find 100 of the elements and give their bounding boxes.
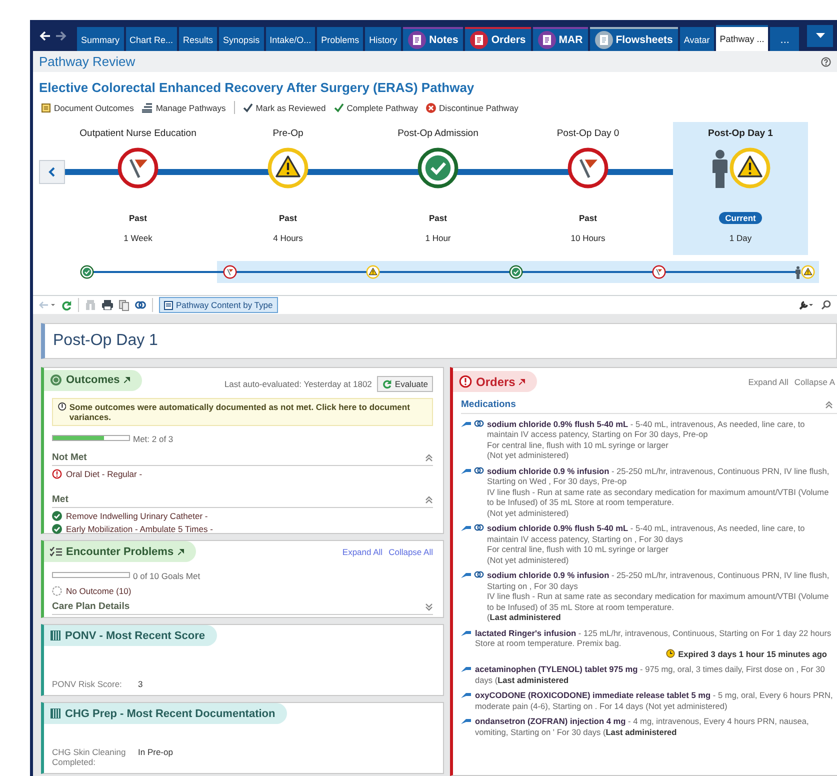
link[interactable]: Collapse All bbox=[388, 546, 433, 556]
tab[interactable]: Synopsis bbox=[219, 27, 264, 51]
link-icon[interactable] bbox=[474, 466, 484, 474]
tab[interactable]: Results bbox=[179, 27, 218, 51]
stage-name: Post-Op Admission bbox=[398, 126, 478, 140]
stage-duration: 1 Day bbox=[729, 233, 752, 243]
tab[interactable]: Summary bbox=[77, 27, 124, 51]
target-icon bbox=[50, 374, 62, 386]
order-description[interactable]: lactated Ringer's infusion - 125 mL/hr, intravenous, Continuous, Starting on For 1 day 22 hours bbox=[475, 628, 833, 638]
section-title: CHG Prep - Most Recent Documentation bbox=[65, 708, 276, 720]
section-title: Outcomes bbox=[66, 374, 120, 386]
back-icon[interactable] bbox=[39, 30, 51, 42]
order-description[interactable]: sodium chloride 0.9% flush 5-40 mL - 5-40 mL, intravenous, As needed, line care, to maintain IV access patency, Starting on , For 30 days bbox=[487, 523, 833, 544]
warning-icon bbox=[366, 265, 380, 279]
link-icon[interactable] bbox=[474, 524, 484, 531]
notice-banner[interactable]: Some outcomes were automatically documented as not met. Click here to document variances. bbox=[52, 398, 433, 426]
medication-icon[interactable] bbox=[461, 571, 472, 579]
document-icon bbox=[408, 31, 426, 49]
collapse-icon[interactable] bbox=[825, 401, 833, 410]
link-icon[interactable] bbox=[474, 571, 484, 578]
alert-icon bbox=[459, 375, 472, 388]
stack-icon bbox=[142, 102, 153, 112]
phase-title: Post-Op Day 1 bbox=[41, 323, 837, 359]
info-icon bbox=[58, 402, 66, 411]
expand-icon[interactable] bbox=[425, 602, 433, 610]
medication-icon[interactable] bbox=[461, 466, 472, 474]
print-icon[interactable] bbox=[102, 300, 113, 310]
table-icon bbox=[50, 708, 61, 719]
medication-icon[interactable] bbox=[461, 717, 472, 725]
search-icon[interactable] bbox=[821, 300, 831, 310]
link[interactable]: Collapse A bbox=[794, 376, 835, 386]
empty-circle-icon bbox=[52, 586, 62, 596]
copy-icon[interactable] bbox=[119, 300, 129, 310]
link-icon[interactable] bbox=[135, 301, 146, 309]
link-icon[interactable] bbox=[474, 420, 484, 426]
details-title[interactable]: Care Plan Details bbox=[52, 601, 130, 612]
evaluation-time: Last auto-evaluated: Yesterday at 1802 bbox=[224, 379, 372, 389]
stage-name: Post-Op Day 1 bbox=[708, 126, 773, 140]
toolbar-button[interactable]: Manage Pathways bbox=[142, 102, 226, 112]
medication-icon[interactable] bbox=[461, 628, 472, 636]
chevron-left-icon bbox=[48, 167, 56, 177]
section-title: Orders bbox=[476, 374, 516, 388]
collapse-icon[interactable] bbox=[425, 454, 433, 462]
group-title: Not Met bbox=[52, 452, 87, 463]
medication-icon[interactable] bbox=[461, 665, 472, 673]
medication-icon[interactable] bbox=[461, 524, 472, 532]
progress-label: 0 of 10 Goals Met bbox=[133, 571, 200, 581]
clock-icon bbox=[666, 649, 676, 658]
help-icon[interactable] bbox=[821, 56, 831, 66]
tab[interactable]: Pathway ... bbox=[716, 25, 768, 51]
tab[interactable]: Intake/O... bbox=[266, 27, 316, 51]
tab[interactable]: Avatar bbox=[680, 27, 714, 51]
order-description[interactable]: oxyCODONE (ROXICODONE) immediate release tablet 5 mg - 5 mg, oral, Every 6 hours PRN, moderate pain (4-6), Starting on . For 14 days (Not yet administered) bbox=[475, 690, 833, 711]
tab[interactable]: Notes bbox=[403, 27, 464, 51]
check-icon bbox=[80, 265, 94, 279]
flag-icon bbox=[223, 265, 237, 279]
forward-icon[interactable] bbox=[55, 30, 67, 42]
toolbar-button[interactable]: Complete Pathway bbox=[334, 102, 418, 112]
order-description[interactable]: acetaminophen (TYLENOL) tablet 975 mg - 975 mg, oral, 3 times daily, First dose on , For 30 days (Last administered bbox=[475, 664, 833, 685]
view-toggle-button[interactable]: Pathway Content by Type bbox=[159, 297, 278, 313]
menu-dropdown-button[interactable] bbox=[807, 24, 833, 46]
check-icon bbox=[509, 265, 523, 279]
notice-text[interactable]: Some outcomes were automatically documented as not met. Click here to document variances. bbox=[69, 402, 427, 422]
order-description[interactable]: sodium chloride 0.9 % infusion - 25-250 mL/hr, intravenous, Continuous PRN, IV line flush, Starting on , For 30 days bbox=[487, 570, 833, 591]
order-description[interactable]: sodium chloride 0.9% flush 5-40 mL - 5-40 mL, intravenous, As needed, line care, to maintain IV access patency, Starting on For 30 days, Pre-op bbox=[487, 418, 833, 440]
tab[interactable]: ... bbox=[770, 27, 800, 51]
tab[interactable]: History bbox=[365, 27, 402, 51]
order-note: (Not yet administered) bbox=[487, 554, 570, 565]
field-value: In Pre-op bbox=[138, 747, 173, 759]
refresh-icon bbox=[382, 379, 392, 389]
warning-icon bbox=[267, 147, 309, 189]
order-description[interactable]: sodium chloride 0.9 % infusion - 25-250 mL/hr, intravenous, Continuous PRN, IV line flush, Starting on Wed , For 30 days, Pre-op bbox=[487, 466, 833, 486]
tab[interactable]: Problems bbox=[317, 27, 364, 51]
refresh-icon[interactable] bbox=[61, 300, 72, 310]
section-title: Encounter Problems bbox=[66, 546, 174, 558]
stage-duration: 1 Week bbox=[124, 233, 152, 243]
medication-icon[interactable] bbox=[461, 420, 472, 428]
tab[interactable]: Orders bbox=[465, 27, 531, 51]
toolbar-button[interactable]: Document Outcomes bbox=[41, 102, 134, 112]
status-badge: Current bbox=[719, 212, 762, 224]
outcome-item: Early Mobilization - Ambulate 5 Times - bbox=[66, 524, 213, 534]
collapse-icon[interactable] bbox=[425, 496, 433, 504]
tab[interactable]: MAR bbox=[532, 27, 588, 51]
flag-icon bbox=[117, 147, 159, 189]
toolbar-button[interactable]: Mark as Reviewed bbox=[242, 102, 326, 112]
evaluate-button[interactable]: Evaluate bbox=[376, 376, 433, 392]
toolbar-button[interactable]: Discontinue Pathway bbox=[426, 102, 518, 112]
flag-icon bbox=[567, 147, 609, 189]
link[interactable]: Expand All bbox=[748, 376, 788, 386]
tab[interactable]: Flowsheets bbox=[590, 27, 678, 51]
previous-button[interactable] bbox=[39, 160, 65, 184]
wrench-icon[interactable] bbox=[799, 300, 813, 310]
warning-icon bbox=[801, 265, 815, 279]
link[interactable]: Expand All bbox=[342, 546, 383, 556]
medication-icon[interactable] bbox=[461, 691, 472, 699]
order-description[interactable]: ondansetron (ZOFRAN) injection 4 mg - 4 mg, intravenous, Every 4 hours PRN, nausea, vomiting, Starting on ' For 30 days (Last administered bbox=[475, 716, 833, 737]
tab[interactable]: Chart Re... bbox=[126, 27, 178, 51]
document-icon bbox=[41, 102, 51, 112]
section-subtitle: Medications bbox=[461, 400, 516, 410]
order-note: (Not yet administered) bbox=[487, 450, 570, 460]
